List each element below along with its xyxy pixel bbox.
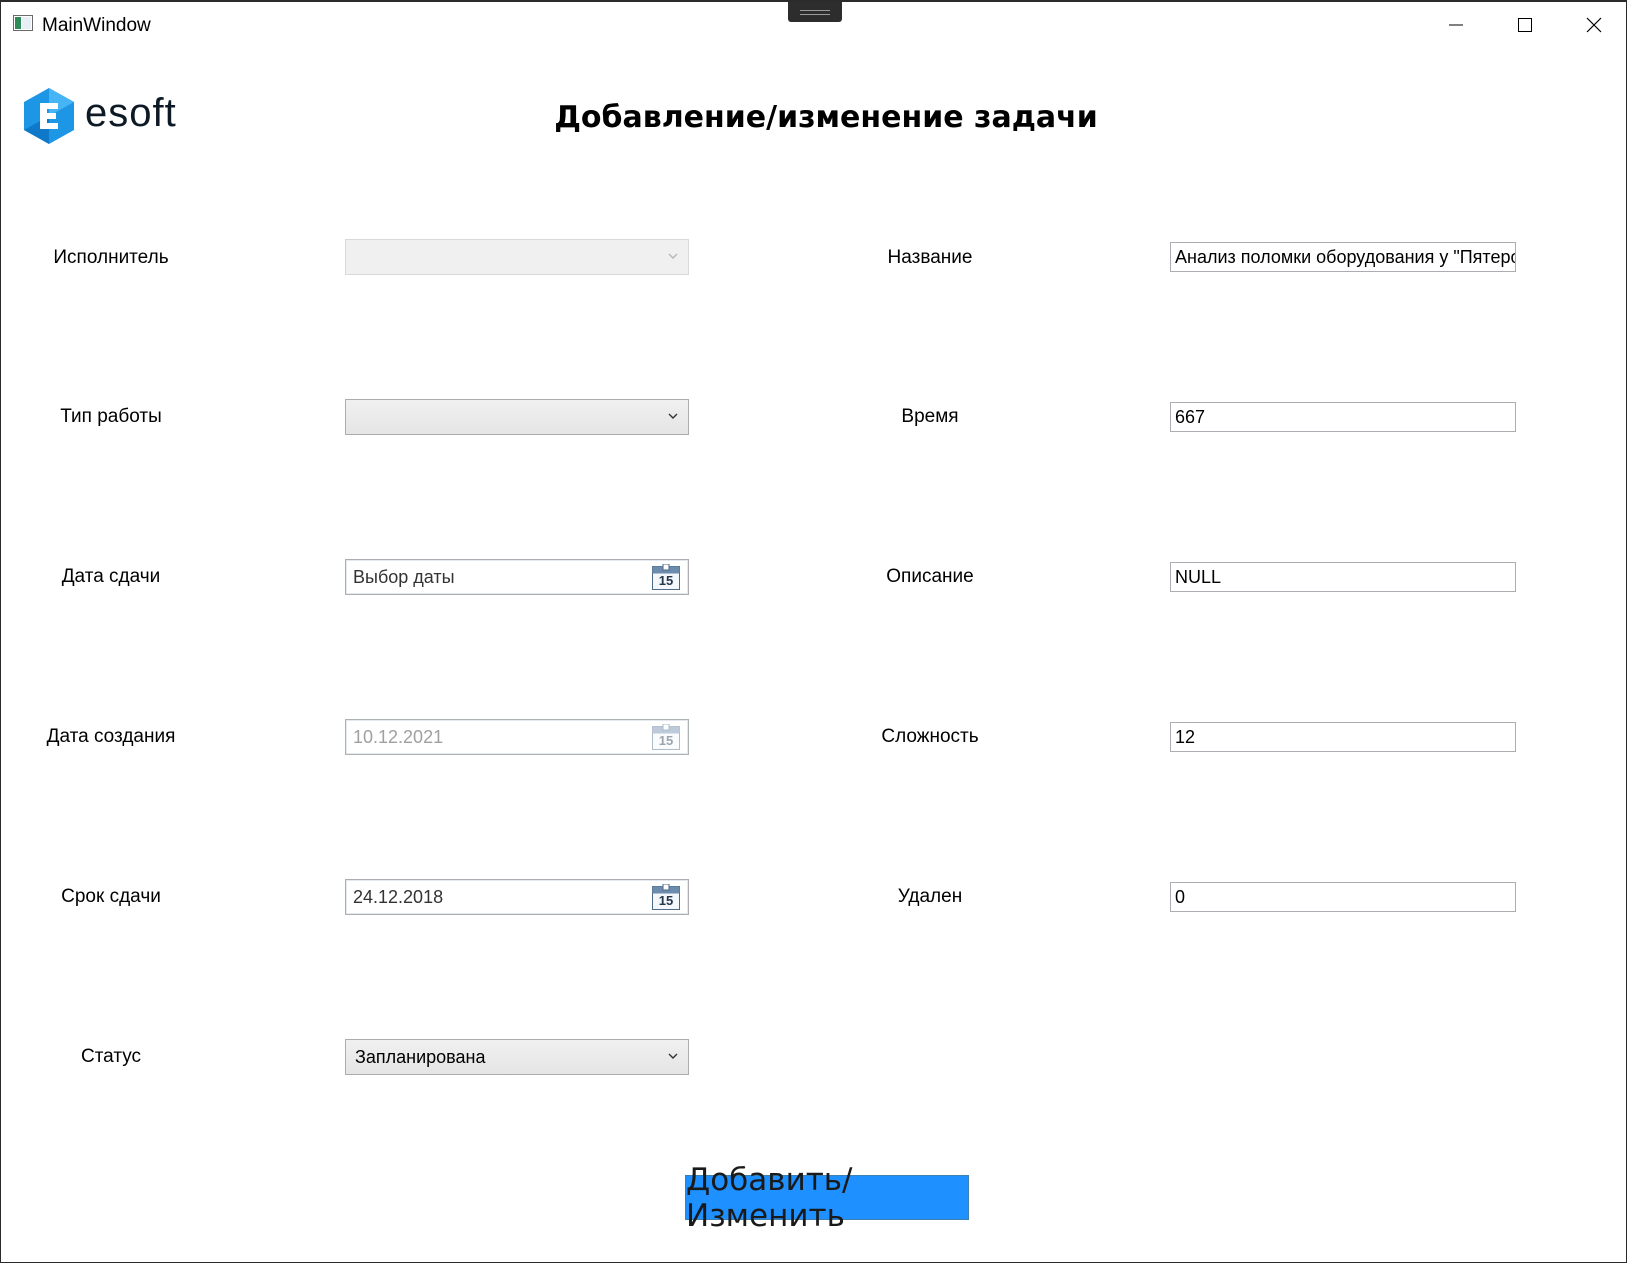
app-icon: [13, 15, 33, 31]
status-value: Запланирована: [355, 1047, 486, 1067]
time-field[interactable]: 667: [1170, 402, 1516, 432]
status-combobox[interactable]: Запланирована: [345, 1039, 689, 1075]
maximize-icon: [1518, 18, 1532, 32]
work-type-combobox[interactable]: [345, 399, 689, 435]
logo-wordmark: esoft: [85, 91, 177, 135]
snap-grip-handle[interactable]: [788, 2, 842, 22]
calendar-button[interactable]: 15: [652, 883, 680, 910]
deadline-text[interactable]: 24.12.2018: [353, 887, 633, 908]
deleted-label: Удален: [897, 886, 963, 907]
close-icon: [1586, 17, 1602, 33]
minimize-button[interactable]: [1423, 2, 1489, 48]
main-window: MainWindow esoft Добавление/изменение за…: [0, 0, 1627, 1263]
deleted-field[interactable]: 0: [1170, 882, 1516, 912]
calendar-button-disabled: 15: [652, 723, 680, 750]
due-date-label: Дата сдачи: [61, 566, 161, 587]
window-title: MainWindow: [42, 15, 151, 36]
title-bar[interactable]: MainWindow: [1, 2, 1626, 48]
maximize-button[interactable]: [1492, 2, 1558, 48]
work-type-label: Тип работы: [60, 406, 162, 427]
chevron-down-icon: [668, 253, 678, 259]
due-date-text[interactable]: Выбор даты: [353, 567, 633, 588]
executor-combobox: [345, 239, 689, 275]
created-date-picker: 10.12.2021 15: [345, 719, 689, 755]
complexity-label: Сложность: [881, 726, 979, 747]
chevron-down-icon: [668, 1053, 678, 1059]
description-field[interactable]: NULL: [1170, 562, 1516, 592]
status-label: Статус: [80, 1046, 142, 1067]
name-field[interactable]: Анализ поломки оборудования у "Пятерочки…: [1170, 242, 1516, 272]
calendar-day-number: 15: [658, 573, 674, 588]
executor-label: Исполнитель: [53, 247, 169, 268]
calendar-button[interactable]: 15: [652, 563, 680, 590]
description-label: Описание: [886, 566, 974, 587]
page-title: Добавление/изменение задачи: [554, 100, 1098, 135]
esoft-logo: esoft: [23, 87, 183, 147]
deadline-label: Срок сдачи: [61, 886, 161, 907]
due-date-picker[interactable]: Выбор даты 15: [345, 559, 689, 595]
created-date-text: 10.12.2021: [353, 727, 444, 747]
add-edit-button[interactable]: Добавить/Изменить: [685, 1162, 969, 1234]
minimize-icon: [1449, 24, 1463, 26]
name-label: Название: [887, 247, 973, 268]
esoft-logo-icon: [24, 88, 74, 144]
created-date-label: Дата создания: [46, 726, 176, 747]
chevron-down-icon: [668, 413, 678, 419]
calendar-day-number: 15: [658, 733, 674, 748]
close-button[interactable]: [1561, 2, 1626, 48]
deadline-picker[interactable]: 24.12.2018 15: [345, 879, 689, 915]
calendar-day-number: 15: [658, 893, 674, 908]
time-label: Время: [901, 406, 959, 427]
complexity-field[interactable]: 12: [1170, 722, 1516, 752]
